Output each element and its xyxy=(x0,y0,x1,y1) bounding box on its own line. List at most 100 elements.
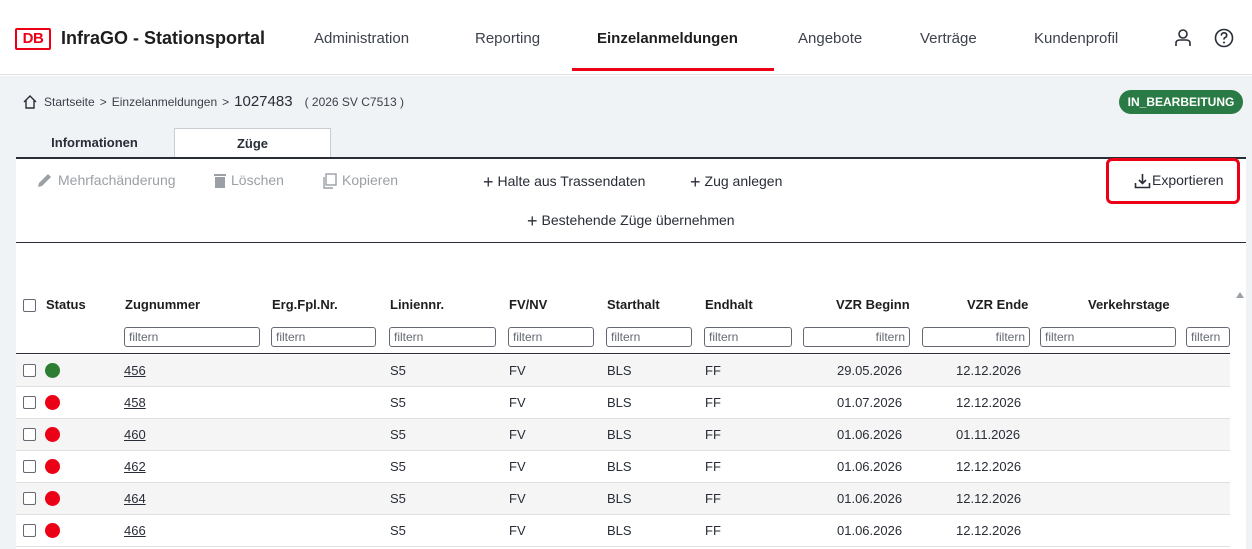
cell-endhalt: FF xyxy=(705,395,721,410)
filter-vzr-ende[interactable]: filtern xyxy=(922,327,1030,347)
nav-kundenprofil[interactable]: Kundenprofil xyxy=(1034,30,1118,47)
cell-endhalt: FF xyxy=(705,523,721,538)
cell-endhalt: FF xyxy=(705,363,721,378)
breadcrumb-home[interactable]: Startseite xyxy=(44,95,95,109)
exportieren-label: Exportieren xyxy=(1152,172,1224,188)
col-starthalt[interactable]: Starthalt xyxy=(607,297,660,312)
tab-informationen[interactable]: Informationen xyxy=(16,128,173,158)
halte-aus-trassendaten-button[interactable]: + Halte aus Trassendaten xyxy=(483,172,645,193)
cell-zugnummer[interactable]: 458 xyxy=(124,395,146,410)
breadcrumb-einzelanmeldungen[interactable]: Einzelanmeldungen xyxy=(112,95,217,109)
cell-vzr-beginn: 01.06.2026 xyxy=(837,459,903,474)
mehrfachaenderung-button[interactable]: Mehrfachänderung xyxy=(36,172,176,189)
filter-vzr-beginn[interactable]: filtern xyxy=(803,327,910,347)
nav-reporting[interactable]: Reporting xyxy=(475,30,540,47)
cell-fvnv: FV xyxy=(509,427,526,442)
user-icon[interactable] xyxy=(1172,27,1194,49)
status-dot xyxy=(45,491,60,506)
cell-endhalt: FF xyxy=(705,491,721,506)
filter-fvnv[interactable]: filtern xyxy=(508,327,594,347)
cell-vzr-beginn: 01.06.2026 xyxy=(837,523,903,538)
bestehende-zuege-button[interactable]: + Bestehende Züge übernehmen xyxy=(527,211,735,232)
zug-anlegen-label: Zug anlegen xyxy=(704,173,783,190)
scroll-up-arrow[interactable] xyxy=(1236,292,1244,298)
home-icon[interactable] xyxy=(22,94,38,110)
cell-liniennr: S5 xyxy=(390,363,406,378)
filter-verkehrstage[interactable]: filtern xyxy=(1040,327,1176,347)
filter-endhalt[interactable]: filtern xyxy=(704,327,792,347)
table-row[interactable]: 460 S5 FV BLS FF 01.06.2026 01.11.2026 xyxy=(16,419,1230,451)
col-endhalt[interactable]: Endhalt xyxy=(705,297,753,312)
col-vzr-ende[interactable]: VZR Ende xyxy=(967,297,1028,312)
status-dot xyxy=(45,427,60,442)
row-checkbox[interactable] xyxy=(23,492,36,505)
cell-starthalt: BLS xyxy=(607,395,632,410)
kopieren-button[interactable]: Kopieren xyxy=(322,172,398,189)
col-verkehrstage[interactable]: Verkehrstage xyxy=(1088,297,1170,312)
status-dot xyxy=(45,363,60,378)
cell-zugnummer[interactable]: 456 xyxy=(124,363,146,378)
cell-starthalt: BLS xyxy=(607,427,632,442)
plus-icon: + xyxy=(527,211,538,231)
cell-liniennr: S5 xyxy=(390,459,406,474)
col-status[interactable]: Status xyxy=(46,297,86,312)
db-logo[interactable]: DB xyxy=(15,28,51,50)
table-row[interactable]: 466 S5 FV BLS FF 01.06.2026 12.12.2026 xyxy=(16,515,1230,547)
filter-extra[interactable]: filtern xyxy=(1186,327,1230,347)
cell-vzr-ende: 12.12.2026 xyxy=(956,363,1022,378)
cell-zugnummer[interactable]: 462 xyxy=(124,459,146,474)
cell-vzr-beginn: 01.06.2026 xyxy=(837,491,903,506)
filter-zugnummer[interactable]: filtern xyxy=(124,327,260,347)
mehrfachaenderung-label: Mehrfachänderung xyxy=(58,172,176,188)
cell-vzr-ende: 12.12.2026 xyxy=(956,459,1022,474)
nav-vertraege[interactable]: Verträge xyxy=(920,30,977,47)
halte-label: Halte aus Trassendaten xyxy=(497,173,646,190)
table-row[interactable]: 462 S5 FV BLS FF 01.06.2026 12.12.2026 xyxy=(16,451,1230,483)
status-dot xyxy=(45,395,60,410)
breadcrumb-separator: > xyxy=(222,95,230,109)
nav-angebote[interactable]: Angebote xyxy=(798,30,862,47)
filter-ergfplnr[interactable]: filtern xyxy=(271,327,376,347)
col-ergfplnr[interactable]: Erg.Fpl.Nr. xyxy=(272,297,338,312)
zug-anlegen-button[interactable]: + Zug anlegen xyxy=(690,172,782,193)
loeschen-button[interactable]: Löschen xyxy=(213,172,284,189)
cell-starthalt: BLS xyxy=(607,363,632,378)
trash-icon xyxy=(214,174,226,189)
cell-fvnv: FV xyxy=(509,395,526,410)
col-zugnummer[interactable]: Zugnummer xyxy=(125,297,200,312)
cell-zugnummer[interactable]: 460 xyxy=(124,427,146,442)
nav-administration[interactable]: Administration xyxy=(314,30,409,47)
row-checkbox[interactable] xyxy=(23,396,36,409)
cell-fvnv: FV xyxy=(509,491,526,506)
col-vzr-beginn[interactable]: VZR Beginn xyxy=(836,297,910,312)
cell-fvnv: FV xyxy=(509,523,526,538)
row-checkbox[interactable] xyxy=(23,364,36,377)
cell-vzr-ende: 12.12.2026 xyxy=(956,491,1022,506)
table-row[interactable]: 464 S5 FV BLS FF 01.06.2026 12.12.2026 xyxy=(16,483,1230,515)
status-dot xyxy=(45,523,60,538)
filter-liniennr[interactable]: filtern xyxy=(389,327,496,347)
nav-einzelanmeldungen[interactable]: Einzelanmeldungen xyxy=(597,30,738,47)
col-liniennr[interactable]: Liniennr. xyxy=(390,297,444,312)
table-row[interactable]: 458 S5 FV BLS FF 01.07.2026 12.12.2026 xyxy=(16,387,1230,419)
cell-vzr-beginn: 01.06.2026 xyxy=(837,427,903,442)
col-fvnv[interactable]: FV/NV xyxy=(509,297,547,312)
cell-endhalt: FF xyxy=(705,427,721,442)
pencil-icon xyxy=(38,174,51,188)
breadcrumb-separator: > xyxy=(99,95,107,109)
cell-liniennr: S5 xyxy=(390,491,406,506)
cell-zugnummer[interactable]: 466 xyxy=(124,523,146,538)
help-icon[interactable] xyxy=(1213,27,1235,49)
row-checkbox[interactable] xyxy=(23,524,36,537)
breadcrumb-current-id: 1027483 xyxy=(234,93,293,110)
row-checkbox[interactable] xyxy=(23,460,36,473)
filter-starthalt[interactable]: filtern xyxy=(606,327,692,347)
cell-vzr-ende: 01.11.2026 xyxy=(956,427,1021,442)
cell-zugnummer[interactable]: 464 xyxy=(124,491,146,506)
table-row[interactable]: 456 S5 FV BLS FF 29.05.2026 12.12.2026 xyxy=(16,355,1230,387)
app-title[interactable]: InfraGO - Stationsportal xyxy=(61,28,265,49)
row-checkbox[interactable] xyxy=(23,428,36,441)
exportieren-button[interactable]: Exportieren xyxy=(1134,172,1224,189)
select-all-checkbox[interactable] xyxy=(23,299,36,312)
tab-zuege[interactable]: Züge xyxy=(174,128,331,159)
